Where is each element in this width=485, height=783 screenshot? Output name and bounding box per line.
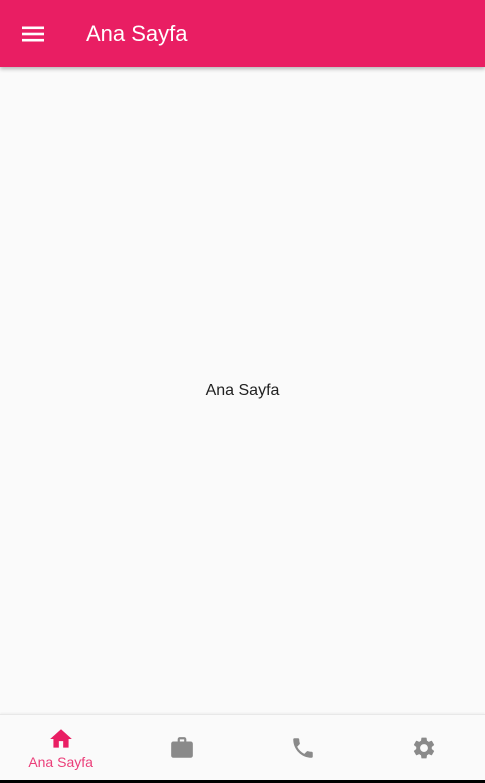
nav-item-phone[interactable] (243, 715, 364, 780)
nav-item-settings[interactable] (364, 715, 485, 780)
nav-item-work[interactable] (121, 715, 242, 780)
body-text: Ana Sayfa (205, 382, 280, 399)
app-bar: Ana Sayfa (0, 0, 485, 67)
main-content: Ana Sayfa (0, 67, 485, 714)
home-icon (48, 726, 74, 752)
bottom-navigation-bar: Ana Sayfa (0, 714, 485, 780)
menu-button[interactable] (13, 14, 53, 54)
page-title: Ana Sayfa (86, 21, 188, 46)
phone-icon (290, 735, 316, 761)
hamburger-menu-icon (22, 26, 44, 42)
briefcase-icon (169, 735, 195, 761)
app-screen: Ana Sayfa Ana Sayfa Ana Sayfa (0, 0, 485, 783)
nav-item-home[interactable]: Ana Sayfa (0, 715, 121, 780)
settings-gear-icon (411, 735, 437, 761)
nav-item-label: Ana Sayfa (28, 754, 93, 770)
